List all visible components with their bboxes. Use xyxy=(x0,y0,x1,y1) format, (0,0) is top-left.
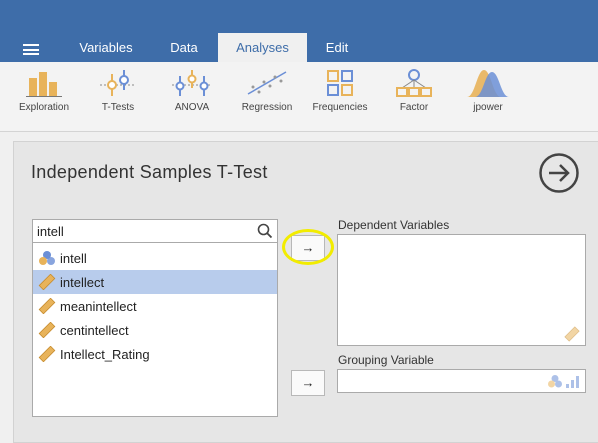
variable-list[interactable]: intell intellect meanintellect centintel… xyxy=(32,243,278,417)
dependent-variables-box[interactable] xyxy=(337,234,586,346)
anova-label: ANOVA xyxy=(174,102,210,113)
move-to-grouping-button[interactable]: → xyxy=(291,370,325,396)
ruler-icon xyxy=(564,326,580,342)
list-item-intellect[interactable]: intellect xyxy=(33,270,277,294)
list-item-intell[interactable]: intell xyxy=(33,246,277,270)
ruler-icon xyxy=(38,298,56,314)
highlight-circle xyxy=(282,229,334,265)
variable-name: meanintellect xyxy=(60,299,137,314)
ruler-icon xyxy=(38,274,56,290)
tab-variables[interactable]: Variables xyxy=(63,33,149,62)
variable-search-box xyxy=(32,219,278,243)
regression-icon xyxy=(247,71,287,95)
grouping-variable-box[interactable] xyxy=(337,369,586,393)
ruler-icon xyxy=(38,322,56,338)
exploration-label: Exploration xyxy=(18,102,70,113)
anova-icon xyxy=(172,70,212,96)
regression-button[interactable]: Regression xyxy=(238,68,296,113)
variable-name: intell xyxy=(60,251,87,266)
factor-button[interactable]: Factor xyxy=(391,68,437,113)
exploration-icon xyxy=(26,72,62,97)
search-icon[interactable] xyxy=(257,223,273,239)
analyses-ribbon: Exploration T-Tests ANOVA Regression Fre… xyxy=(0,62,598,132)
ruler-icon xyxy=(38,346,56,362)
list-item-meanintellect[interactable]: meanintellect xyxy=(33,294,277,318)
run-analysis-button[interactable] xyxy=(538,152,580,194)
tab-data[interactable]: Data xyxy=(155,33,213,62)
exploration-button[interactable]: Exploration xyxy=(14,68,74,113)
variable-name: Intellect_Rating xyxy=(60,347,150,362)
ttests-label: T-Tests xyxy=(101,102,135,113)
tab-analyses[interactable]: Analyses xyxy=(218,33,307,62)
anova-button[interactable]: ANOVA xyxy=(167,68,217,113)
variable-search-input[interactable] xyxy=(37,222,252,240)
ordinal-variable-icon xyxy=(566,376,579,388)
variable-name: centintellect xyxy=(60,323,129,338)
nominal-variable-icon xyxy=(39,251,55,265)
frequencies-button[interactable]: Frequencies xyxy=(309,68,371,113)
dependent-variables-label: Dependent Variables xyxy=(338,218,450,232)
nominal-variable-icon xyxy=(548,375,562,388)
hamburger-menu-icon[interactable] xyxy=(23,44,39,55)
list-item-intellect-rating[interactable]: Intellect_Rating xyxy=(33,342,277,366)
tab-edit[interactable]: Edit xyxy=(311,33,363,62)
variable-name: intellect xyxy=(60,275,105,290)
ttests-button[interactable]: T-Tests xyxy=(93,68,143,113)
grouping-variable-label: Grouping Variable xyxy=(338,353,434,367)
jpower-button[interactable]: jpower xyxy=(464,68,512,113)
factor-label: Factor xyxy=(399,102,429,113)
frequencies-icon xyxy=(327,70,353,96)
analysis-title: Independent Samples T-Test xyxy=(31,162,268,182)
menu-bar: Variables Data Analyses Edit xyxy=(0,0,598,62)
ttests-icon xyxy=(100,70,136,96)
list-item-centintellect[interactable]: centintellect xyxy=(33,318,277,342)
arrow-circle-right-icon xyxy=(539,153,579,193)
jpower-label: jpower xyxy=(473,102,503,113)
factor-icon xyxy=(396,69,432,97)
frequencies-label: Frequencies xyxy=(312,102,368,113)
regression-label: Regression xyxy=(241,102,293,113)
jpower-icon xyxy=(467,70,509,97)
